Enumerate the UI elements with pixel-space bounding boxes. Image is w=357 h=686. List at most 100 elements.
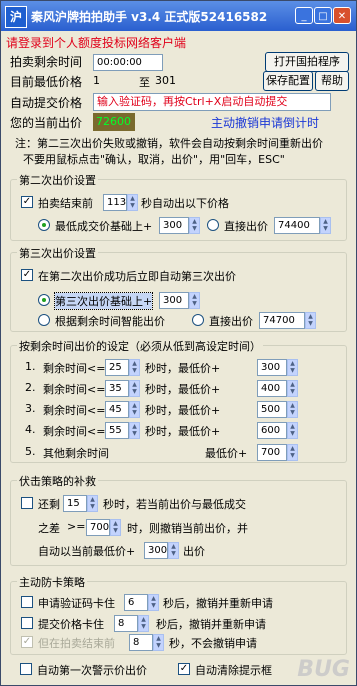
ambush-seconds-spinner[interactable]: ▲ ▼ <box>87 495 98 512</box>
min-price-to: 301 <box>155 74 176 87</box>
rt-row3-add-spinner[interactable]: ▲ ▼ <box>287 401 298 418</box>
rt-row5-add-spinner[interactable]: ▲ ▼ <box>287 444 298 461</box>
ambush-check-label: 还剩 <box>38 498 60 511</box>
rt-row2-mid: 秒时，最低价+ <box>145 383 221 396</box>
third-bid-option1-radio[interactable] <box>38 294 50 306</box>
rt-row5-label: 其他剩余时间 <box>43 447 109 460</box>
anti-row1-label: 申请验证码卡住 <box>38 597 115 610</box>
rt-row1-add-field[interactable]: 300 <box>257 359 287 376</box>
rt-row3-seconds-field[interactable]: 45 <box>105 401 129 418</box>
ambush-diff-field[interactable]: 700 <box>86 519 110 536</box>
third-bid-option1-spinner[interactable]: ▲ ▼ <box>189 292 200 309</box>
anti-row1-spinner[interactable]: ▲ ▼ <box>148 594 159 611</box>
second-bid-option1-spinner[interactable]: ▲ ▼ <box>189 217 200 234</box>
third-bid-option3-radio[interactable] <box>192 314 204 326</box>
watermark-logo: BUG <box>297 657 350 682</box>
second-bid-option2-spinner[interactable]: ▲ ▼ <box>320 217 331 234</box>
note-line-2: 不要用鼠标点击"确认，取消，出价"，用"回车，ESC" <box>23 153 285 166</box>
second-bid-option2-radio[interactable] <box>207 219 219 231</box>
rt-row1-mid: 秒时，最低价+ <box>145 362 221 375</box>
rt-row3-seconds-spinner[interactable]: ▲ ▼ <box>129 401 140 418</box>
rt-row5-mid: 最低价+ <box>205 447 248 460</box>
rt-row1-seconds-spinner[interactable]: ▲ ▼ <box>129 359 140 376</box>
rt-row4-add-field[interactable]: 600 <box>257 422 287 439</box>
app-icon: 沪 <box>5 6 27 28</box>
second-bid-option2-field[interactable]: 74400 <box>274 217 320 234</box>
third-bid-group: 第三次出价设置 ✓ 在第二次出价成功后立即自动第三次出价 第三次出价基础上+ 3… <box>10 245 347 332</box>
ambush-diff-spinner[interactable]: ▲ ▼ <box>110 519 121 536</box>
anti-row1-checkbox[interactable] <box>21 596 33 608</box>
rt-row3-num: 3. <box>25 402 36 415</box>
second-bid-title: 第二次出价设置 <box>17 172 98 188</box>
note-line-1: 注：第二三次出价失败或撤销，软件会自动按剩余时间重新出价 <box>15 137 323 150</box>
anti-row2-spinner[interactable]: ▲ ▼ <box>138 615 149 632</box>
rt-row2-add-spinner[interactable]: ▲ ▼ <box>287 380 298 397</box>
ambush-seconds-field[interactable]: 15 <box>63 495 87 512</box>
third-bid-option3-label: 直接出价 <box>209 315 253 328</box>
auto-first-bid-label: 自动第一次警示价出价 <box>37 664 147 677</box>
third-bid-option2-radio[interactable] <box>38 314 50 326</box>
third-bid-option3-spinner[interactable]: ▲ ▼ <box>305 312 316 329</box>
maximize-icon[interactable]: □ <box>314 7 332 24</box>
anti-row1-field[interactable]: 6 <box>124 594 148 611</box>
title-bar[interactable]: 沪 秦风沪牌拍拍助手 v3.4 正式版52416582 _ □ ✕ <box>1 1 356 31</box>
ambush-remedy-group: 伏击策略的补救 还剩 15 ▲ ▼ 秒时，若当前出价与最低成交 之差 >= 700… <box>10 473 347 566</box>
rt-row1-num: 1. <box>25 360 36 373</box>
rt-row1-seconds-field[interactable]: 25 <box>105 359 129 376</box>
login-notice: 请登录到个人额度投标网络客户端 <box>6 36 187 50</box>
third-bid-option3-field[interactable]: 74700 <box>259 312 305 329</box>
rt-row2-add-field[interactable]: 400 <box>257 380 287 397</box>
second-bid-seconds-field[interactable]: 113 <box>103 194 127 211</box>
second-bid-checkbox[interactable]: ✓ <box>21 196 33 208</box>
save-config-button[interactable]: 保存配置 <box>263 71 313 91</box>
second-bid-seconds-spinner[interactable]: ▲ ▼ <box>127 194 138 211</box>
bid-price-label: 您的当前出价 <box>10 116 83 130</box>
rt-row4-seconds-field[interactable]: 55 <box>105 422 129 439</box>
auto-clear-dialog-checkbox[interactable]: ✓ <box>178 663 190 675</box>
third-bid-checkbox[interactable]: ✓ <box>21 269 33 281</box>
second-bid-option1-field[interactable]: 300 <box>159 217 189 234</box>
rt-row5-add-field[interactable]: 700 <box>257 444 287 461</box>
anti-row3-field[interactable]: 8 <box>129 634 153 651</box>
anti-row3-checkbox[interactable]: ✓ <box>21 636 33 648</box>
main-window: 沪 秦风沪牌拍拍助手 v3.4 正式版52416582 _ □ ✕ 请登录到个人… <box>0 0 357 686</box>
second-bid-option1-label: 最低成交价基础上+ <box>55 220 153 233</box>
anti-row2-checkbox[interactable] <box>21 617 33 629</box>
help-button[interactable]: 帮助 <box>315 71 349 91</box>
rt-row4-label: 剩余时间<= <box>43 425 106 438</box>
minimize-icon[interactable]: _ <box>295 7 313 24</box>
rt-row4-seconds-spinner[interactable]: ▲ ▼ <box>129 422 140 439</box>
second-bid-check-suffix: 秒自动出以下价格 <box>141 197 229 210</box>
rt-row1-label: 剩余时间<= <box>43 362 106 375</box>
anti-row3-suffix: 秒，不会撤销申请 <box>169 637 257 650</box>
ambush-remedy-checkbox[interactable] <box>21 497 33 509</box>
anti-row1-suffix: 秒后，撤销并重新申请 <box>163 597 273 610</box>
rt-row2-seconds-spinner[interactable]: ▲ ▼ <box>129 380 140 397</box>
window-title: 秦风沪牌拍拍助手 v3.4 正式版52416582 <box>31 10 268 24</box>
second-bid-option2-label: 直接出价 <box>224 220 268 233</box>
rt-row4-add-spinner[interactable]: ▲ ▼ <box>287 422 298 439</box>
ambush-text-4: 自动以当前最低价+ <box>38 545 136 558</box>
rt-row1-add-spinner[interactable]: ▲ ▼ <box>287 359 298 376</box>
second-bid-group: 第二次出价设置 ✓ 拍卖结束前 113 ▲ ▼ 秒自动出以下价格 最低成交价基础上… <box>10 172 347 241</box>
third-bid-option1-field[interactable]: 300 <box>159 292 189 309</box>
auto-clear-dialog-label: 自动清除提示框 <box>195 664 272 677</box>
ambush-add-spinner[interactable]: ▲ ▼ <box>168 542 179 559</box>
bid-price-value: 72600 <box>93 113 135 131</box>
close-icon[interactable]: ✕ <box>333 7 351 24</box>
auction-time-field[interactable]: 00:00:00 <box>93 54 163 71</box>
rt-row2-seconds-field[interactable]: 35 <box>105 380 129 397</box>
ambush-text-2: 之差 <box>38 522 60 535</box>
anti-row3-label: 但在拍卖结束前 <box>38 637 115 650</box>
auto-first-bid-checkbox[interactable] <box>20 663 32 675</box>
open-site-button[interactable]: 打开国拍程序 <box>265 52 349 72</box>
ambush-text-5: 出价 <box>183 545 205 558</box>
anti-row2-suffix: 秒后，撤销并重新申请 <box>156 618 266 631</box>
anti-row3-spinner[interactable]: ▲ ▼ <box>153 634 164 651</box>
remaining-time-group: 按剩余时间出价的设定（必须从低到高设定时间） 1. 剩余时间<= 25 ▲ ▼ 秒… <box>10 338 347 463</box>
rt-row3-add-field[interactable]: 500 <box>257 401 287 418</box>
anti-row2-field[interactable]: 8 <box>114 615 138 632</box>
second-bid-option1-radio[interactable] <box>38 219 50 231</box>
auto-submit-warning: 输入验证码，再按Ctrl+X启动自动提交 <box>93 93 331 111</box>
ambush-add-field[interactable]: 300 <box>144 542 168 559</box>
